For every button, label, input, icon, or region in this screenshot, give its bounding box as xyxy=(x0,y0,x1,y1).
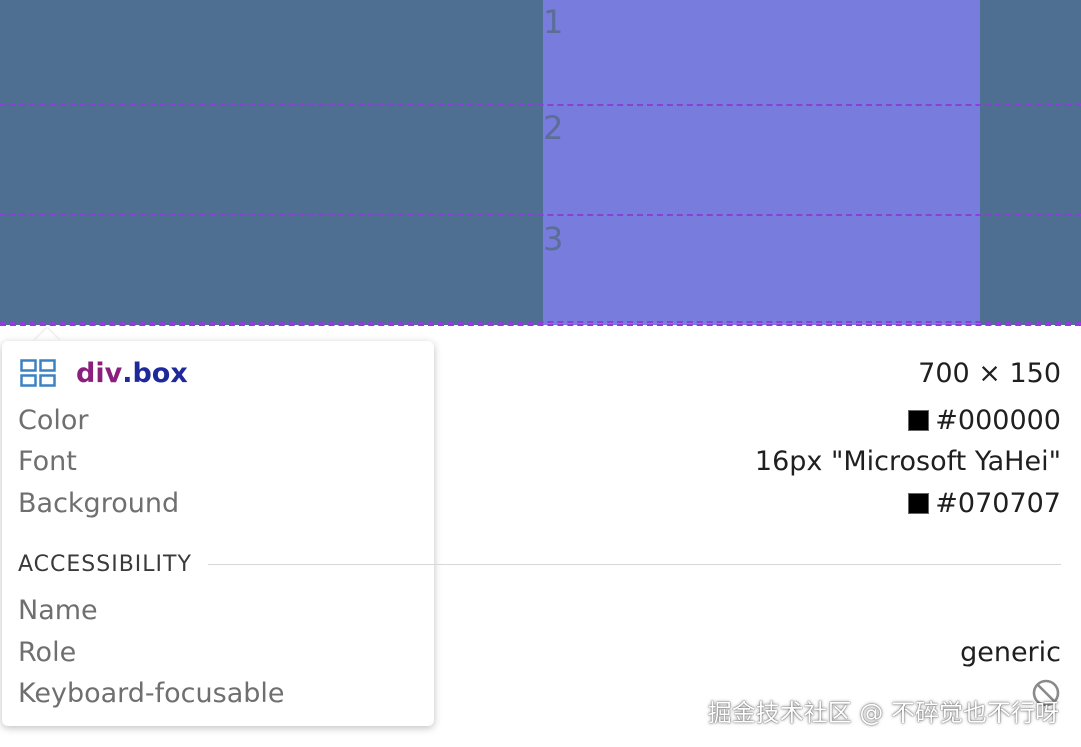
section-divider xyxy=(207,563,1061,565)
accessibility-header: ACCESSIBILITY xyxy=(18,547,1061,581)
font-value: 16px "Microsoft YaHei" xyxy=(754,445,1061,477)
grid-bottom-edge xyxy=(0,321,1081,326)
background-hex: #070707 xyxy=(935,487,1061,519)
role-label: Role xyxy=(18,636,77,668)
tooltip-arrow xyxy=(34,328,60,341)
grid-center-column xyxy=(543,0,980,325)
color-row: Color #000000 xyxy=(18,400,1061,440)
color-swatch xyxy=(908,409,930,431)
grid-row-line xyxy=(0,104,1081,106)
grid-row-number-3: 3 xyxy=(543,220,564,258)
name-label: Name xyxy=(18,594,98,626)
grid-container: 1 2 3 xyxy=(0,0,1081,326)
element-size: 700 × 150 xyxy=(918,357,1061,389)
grid-row-line xyxy=(0,214,1081,216)
grid-row-number-1: 1 xyxy=(543,3,564,41)
background-label: Background xyxy=(18,487,180,519)
color-hex: #000000 xyxy=(935,404,1061,436)
font-label: Font xyxy=(18,445,77,477)
color-value: #000000 xyxy=(908,405,1061,436)
background-value: #070707 xyxy=(908,488,1061,519)
grid-row-number-2: 2 xyxy=(543,109,564,147)
selector-class: .box xyxy=(122,357,188,389)
font-row: Font 16px "Microsoft YaHei" xyxy=(18,441,1061,481)
name-row: Name xyxy=(18,590,1061,630)
role-row: Role generic xyxy=(18,632,1061,672)
keyboard-label: Keyboard-focusable xyxy=(18,677,285,709)
selector: div .box xyxy=(20,358,188,389)
selector-tag: div xyxy=(76,357,123,389)
background-row: Background #070707 xyxy=(18,483,1061,523)
color-label: Color xyxy=(18,404,89,436)
accessibility-title: ACCESSIBILITY xyxy=(18,551,192,577)
background-swatch xyxy=(908,492,930,514)
role-value: generic xyxy=(960,636,1061,668)
watermark: 掘金技术社区 @ 不碎觉也不行呀 xyxy=(707,699,1059,727)
grid-layout-icon xyxy=(20,359,56,387)
inspector-header: div .box 700 × 150 xyxy=(20,353,1061,393)
